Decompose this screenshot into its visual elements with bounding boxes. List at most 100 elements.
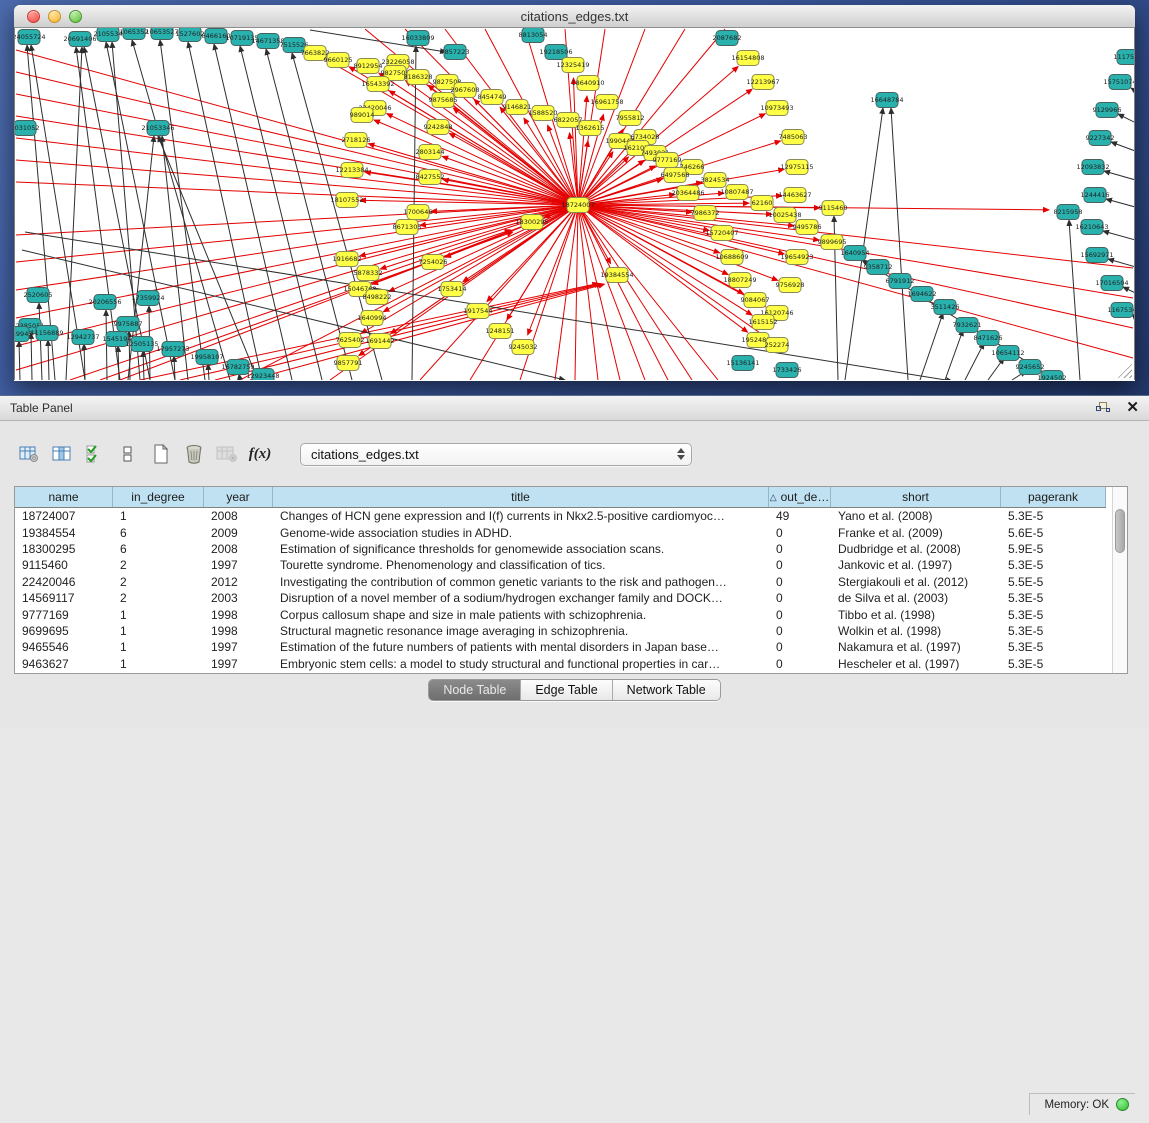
window-titlebar[interactable]: citations_edges.txt [14, 5, 1135, 28]
column-header-year[interactable]: year [204, 487, 273, 507]
memory-status-indicator[interactable] [1116, 1098, 1129, 1111]
graph-node-label: 1640994 [358, 314, 387, 322]
graph-node-label: 9129966 [1093, 106, 1122, 114]
row-height-icon[interactable] [113, 441, 143, 467]
graph-node-label: 10025438 [768, 211, 801, 219]
cell-name: 19384554 [15, 526, 113, 540]
graph-node-label: 16782759 [221, 363, 254, 371]
graph-node-label: 10807487 [720, 188, 753, 196]
graph-node-label: 15720407 [705, 229, 738, 237]
cell-in_degree: 1 [113, 657, 204, 671]
graph-node-label: 62160 [752, 199, 773, 207]
table-row[interactable]: 1456911722003Disruption of a novel membe… [15, 590, 1106, 606]
scrollbar-thumb[interactable] [1115, 509, 1125, 553]
graph-node-label: 6734028 [631, 133, 660, 141]
table-vertical-scrollbar[interactable] [1112, 487, 1127, 673]
graph-node-label: 1733426 [773, 366, 802, 374]
network-view-window[interactable]: citations_edges.txt 24055724206914062105… [14, 5, 1135, 381]
graph-node-label: 16154808 [731, 54, 764, 62]
cell-pagerank: 5.3E-5 [1001, 624, 1106, 638]
cell-name: 9777169 [15, 608, 113, 622]
graph-node-label: 9899695 [818, 238, 847, 246]
combo-arrows-icon [677, 448, 685, 460]
table-settings-icon[interactable] [14, 441, 44, 467]
close-panel-icon[interactable]: ✕ [1126, 401, 1139, 415]
cell-pagerank: 5.3E-5 [1001, 657, 1106, 671]
cell-in_degree: 1 [113, 624, 204, 638]
graph-node-label: 7932621 [953, 321, 982, 329]
cell-pagerank: 5.3E-5 [1001, 591, 1106, 605]
cell-name: 9465546 [15, 640, 113, 654]
close-window-icon[interactable] [27, 10, 40, 23]
network-canvas[interactable]: 2405572420691406210553410653521065352715… [15, 28, 1134, 380]
table-row[interactable]: 1830029562008Estimation of significance … [15, 541, 1106, 557]
cell-pagerank: 5.9E-5 [1001, 542, 1106, 556]
float-panel-icon[interactable] [1096, 402, 1110, 414]
select-columns-icon[interactable] [80, 441, 110, 467]
column-header-out_de[interactable]: △out_de… [769, 487, 831, 507]
cell-year: 2008 [204, 542, 273, 556]
cell-year: 2012 [204, 575, 273, 589]
cell-name: 9699695 [15, 624, 113, 638]
graph-node-label: 2718126 [342, 136, 371, 144]
column-header-pagerank[interactable]: pagerank [1001, 487, 1106, 507]
tab-network-table[interactable]: Network Table [613, 680, 720, 700]
graph-node-label: 16033809 [401, 34, 434, 42]
graph-node-label: 12325419 [556, 61, 589, 69]
delete-column-icon[interactable] [179, 441, 209, 467]
graph-node-label: 9245652 [1016, 363, 1045, 371]
table-row[interactable]: 977716911998Corpus callosum shape and si… [15, 606, 1106, 622]
cell-short: Franke et al. (2009) [831, 526, 1001, 540]
table-row[interactable]: 946554611997Estimation of the future num… [15, 639, 1106, 655]
graph-node-label: 3824534 [701, 176, 730, 184]
table-row[interactable]: 946362711997Embryonic stem cells: a mode… [15, 656, 1106, 672]
graph-node-label: 1691442 [366, 337, 395, 345]
sort-ascending-icon: △ [770, 492, 777, 503]
graph-node-label: 8912954 [354, 62, 383, 70]
cell-title: Corpus callosum shape and size in male p… [273, 608, 769, 622]
column-header-title[interactable]: title [273, 487, 769, 507]
graph-node-label: 1362615 [576, 124, 605, 132]
memory-status-label: Memory: OK [1044, 1099, 1109, 1111]
desktop-background: citations_edges.txt 24055724206914062105… [0, 0, 1149, 395]
column-header-in_degree[interactable]: in_degree [113, 487, 204, 507]
cell-short: de Silva et al. (2003) [831, 591, 1001, 605]
graph-node-label: 12093832 [1076, 163, 1109, 171]
cell-in_degree: 2 [113, 575, 204, 589]
tab-node-table[interactable]: Node Table [429, 680, 521, 700]
table-row[interactable]: 1872400712008Changes of HCN gene express… [15, 508, 1106, 524]
graph-node-label: 1924502 [1038, 374, 1067, 380]
column-header-name[interactable]: name [15, 487, 113, 507]
status-bar: Memory: OK [0, 1069, 1149, 1123]
cell-short: Hescheler et al. (1997) [831, 657, 1001, 671]
table-select-dropdown[interactable]: citations_edges.txt [300, 443, 692, 466]
table-panel-titlebar[interactable]: Table Panel ✕ [0, 396, 1149, 421]
cell-out_de: 0 [769, 575, 831, 589]
cell-in_degree: 6 [113, 542, 204, 556]
delete-table-icon[interactable] [212, 441, 242, 467]
graph-node-label: 8186328 [404, 73, 433, 81]
show-columns-icon[interactable] [47, 441, 77, 467]
network-canvas-area[interactable]: 2405572420691406210553410653521065352715… [14, 28, 1135, 380]
zoom-window-icon[interactable] [69, 10, 82, 23]
tab-edge-table[interactable]: Edge Table [521, 680, 612, 700]
graph-node-label: 2105534 [94, 30, 123, 38]
table-panel-body: f(x) citations_edges.txt namein_degreeye… [0, 421, 1149, 699]
table-row[interactable]: 911546021997Tourette syndrome. Phenomeno… [15, 557, 1106, 573]
graph-node-label: 19958107 [190, 353, 223, 361]
table-row[interactable]: 969969511998Structural magnetic resonanc… [15, 623, 1106, 639]
graph-node-label: 5878332 [354, 269, 383, 277]
table-row[interactable]: 1938455462009Genome-wide association stu… [15, 524, 1106, 540]
graph-node-label: 23226058 [381, 58, 414, 66]
column-header-short[interactable]: short [831, 487, 1001, 507]
cell-in_degree: 2 [113, 591, 204, 605]
cell-out_de: 0 [769, 542, 831, 556]
create-column-icon[interactable] [146, 441, 176, 467]
table-row[interactable]: 2242004622012Investigating the contribut… [15, 574, 1106, 590]
function-builder-icon[interactable]: f(x) [245, 441, 275, 467]
graph-node-label: 1167534 [1108, 306, 1134, 314]
graph-node-label: 18107552 [330, 196, 363, 204]
cell-out_de: 0 [769, 640, 831, 654]
cell-in_degree: 2 [113, 558, 204, 572]
minimize-window-icon[interactable] [48, 10, 61, 23]
